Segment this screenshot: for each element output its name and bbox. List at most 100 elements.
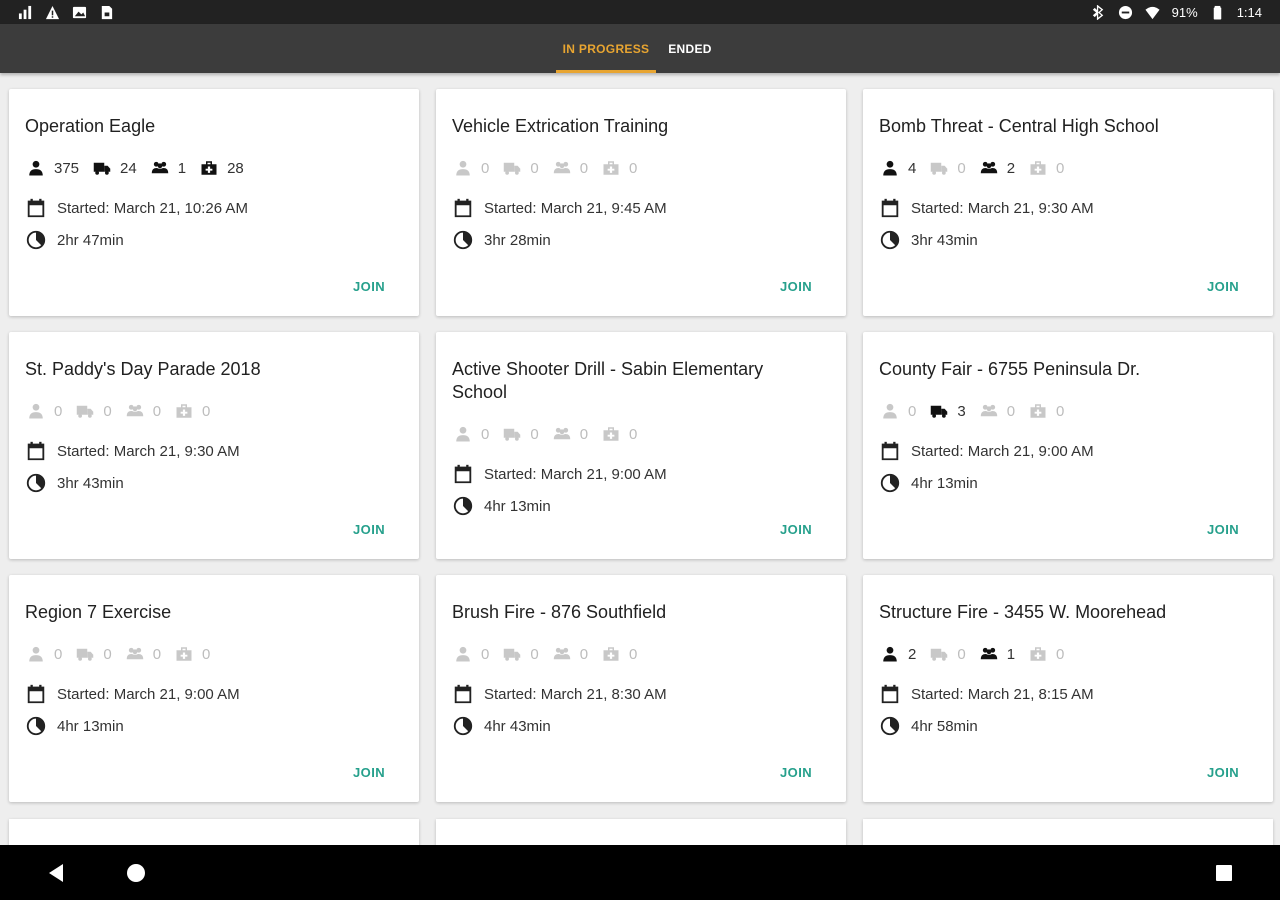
duration-row: 3hr 28min xyxy=(452,230,551,250)
vehicle-stat: 24 xyxy=(91,159,137,177)
join-button[interactable]: JOIN xyxy=(353,279,385,294)
timer-icon xyxy=(453,230,473,250)
incident-card[interactable]: Structure Fire - 3455 W. Moorehead 2 0 1… xyxy=(863,575,1273,802)
join-button[interactable]: JOIN xyxy=(1207,279,1239,294)
team-stat: 2 xyxy=(978,159,1015,177)
duration-text: 4hr 13min xyxy=(911,474,978,492)
personnel-stat: 2 xyxy=(879,645,916,663)
person-icon xyxy=(456,426,470,442)
incident-card[interactable]: Brush Fire - 876 Southfield 0 0 0 0 Star… xyxy=(436,575,846,802)
vehicle-count: 0 xyxy=(957,645,966,663)
do-not-disturb-icon xyxy=(1118,5,1133,20)
join-button[interactable]: JOIN xyxy=(1207,765,1239,780)
duration-row: 4hr 43min xyxy=(452,716,551,736)
recents-icon xyxy=(1216,864,1232,881)
duration-row: 4hr 58min xyxy=(879,716,978,736)
vehicle-count: 0 xyxy=(103,645,112,663)
medkit-icon xyxy=(201,161,217,175)
medical-stat: 0 xyxy=(1027,645,1064,663)
started-row: Started: March 21, 9:00 AM xyxy=(25,684,240,704)
incident-card-partial[interactable] xyxy=(9,819,419,845)
join-button[interactable]: JOIN xyxy=(780,765,812,780)
join-button[interactable]: JOIN xyxy=(780,279,812,294)
medical-stat: 0 xyxy=(600,645,637,663)
clock: 1:14 xyxy=(1236,4,1262,20)
team-stat: 0 xyxy=(124,402,161,420)
tab-ended[interactable]: ENDED xyxy=(656,24,724,73)
calendar-icon xyxy=(27,441,45,461)
team-stat: 0 xyxy=(551,159,588,177)
vehicle-stat: 0 xyxy=(928,159,966,177)
duration-text: 4hr 13min xyxy=(484,497,551,515)
vehicle-count: 0 xyxy=(530,645,539,663)
battery-icon xyxy=(1210,5,1225,20)
personnel-count: 4 xyxy=(908,159,917,177)
incident-card-partial[interactable] xyxy=(863,819,1273,845)
timer-icon xyxy=(26,716,46,736)
duration-text: 4hr 43min xyxy=(484,717,551,735)
vehicle-stat: 0 xyxy=(74,645,112,663)
join-button[interactable]: JOIN xyxy=(353,765,385,780)
started-row: Started: March 21, 10:26 AM xyxy=(25,198,248,218)
personnel-stat: 375 xyxy=(25,159,79,177)
team-count: 2 xyxy=(1006,159,1016,177)
card-title: County Fair - 6755 Peninsula Dr. xyxy=(879,359,1141,379)
calendar-icon xyxy=(454,198,472,218)
truck-icon xyxy=(931,162,948,175)
home-button[interactable] xyxy=(106,845,166,900)
medkit-icon xyxy=(1030,647,1046,661)
incident-card[interactable]: Bomb Threat - Central High School 4 0 2 … xyxy=(863,89,1273,316)
team-count: 1 xyxy=(1006,645,1016,663)
timer-icon xyxy=(26,473,46,493)
card-title: Brush Fire - 876 Southfield xyxy=(452,602,667,622)
join-button[interactable]: JOIN xyxy=(780,522,812,537)
calendar-icon xyxy=(454,464,472,484)
person-icon xyxy=(883,646,897,662)
status-right: 91% 1:14 xyxy=(1091,0,1262,24)
incident-card[interactable]: Operation Eagle 375 24 1 28 Started: Mar… xyxy=(9,89,419,316)
medical-count: 28 xyxy=(227,159,244,177)
back-icon xyxy=(49,863,63,882)
started-text: Started: March 21, 8:15 AM xyxy=(911,685,1094,703)
person-icon xyxy=(29,160,43,176)
medical-count: 0 xyxy=(202,402,211,420)
incident-card[interactable]: Region 7 Exercise 0 0 0 0 Started: March… xyxy=(9,575,419,802)
medical-stat: 0 xyxy=(1027,402,1064,420)
incident-card[interactable]: Active Shooter Drill - Sabin Elementary … xyxy=(436,332,846,559)
duration-text: 3hr 28min xyxy=(484,231,551,249)
vehicle-stat: 0 xyxy=(501,645,539,663)
incident-card-partial[interactable] xyxy=(436,819,846,845)
bluetooth-icon xyxy=(1091,4,1106,20)
person-icon xyxy=(456,646,470,662)
started-text: Started: March 21, 9:00 AM xyxy=(911,442,1094,460)
join-button[interactable]: JOIN xyxy=(1207,522,1239,537)
personnel-count: 0 xyxy=(908,402,917,420)
started-row: Started: March 21, 8:15 AM xyxy=(879,684,1094,704)
duration-row: 4hr 13min xyxy=(879,473,978,493)
card-title: Bomb Threat - Central High School xyxy=(879,116,1159,136)
medical-count: 0 xyxy=(1056,645,1065,663)
incident-card[interactable]: County Fair - 6755 Peninsula Dr. 0 3 0 0… xyxy=(863,332,1273,559)
back-button[interactable] xyxy=(26,845,86,900)
medical-stat: 0 xyxy=(173,402,210,420)
calendar-icon xyxy=(881,684,899,704)
recents-button[interactable] xyxy=(1194,845,1254,900)
started-text: Started: March 21, 10:26 AM xyxy=(57,199,248,217)
stats-row: 4 0 2 0 xyxy=(879,158,1076,178)
image-icon xyxy=(72,5,87,20)
tab-bar: IN PROGRESS ENDED xyxy=(556,24,724,73)
medical-count: 0 xyxy=(202,645,211,663)
incident-card[interactable]: Vehicle Extrication Training 0 0 0 0 Sta… xyxy=(436,89,846,316)
join-button[interactable]: JOIN xyxy=(353,522,385,537)
incident-card[interactable]: St. Paddy's Day Parade 2018 0 0 0 0 Star… xyxy=(9,332,419,559)
team-stat: 0 xyxy=(551,425,588,443)
vehicle-count: 3 xyxy=(957,402,966,420)
calendar-icon xyxy=(454,684,472,704)
tab-in-progress[interactable]: IN PROGRESS xyxy=(556,24,656,73)
personnel-stat: 0 xyxy=(25,645,62,663)
truck-icon xyxy=(504,428,521,441)
card-title: Structure Fire - 3455 W. Moorehead xyxy=(879,602,1167,622)
started-row: Started: March 21, 8:30 AM xyxy=(452,684,667,704)
duration-row: 4hr 13min xyxy=(25,716,124,736)
started-text: Started: March 21, 9:30 AM xyxy=(57,442,240,460)
